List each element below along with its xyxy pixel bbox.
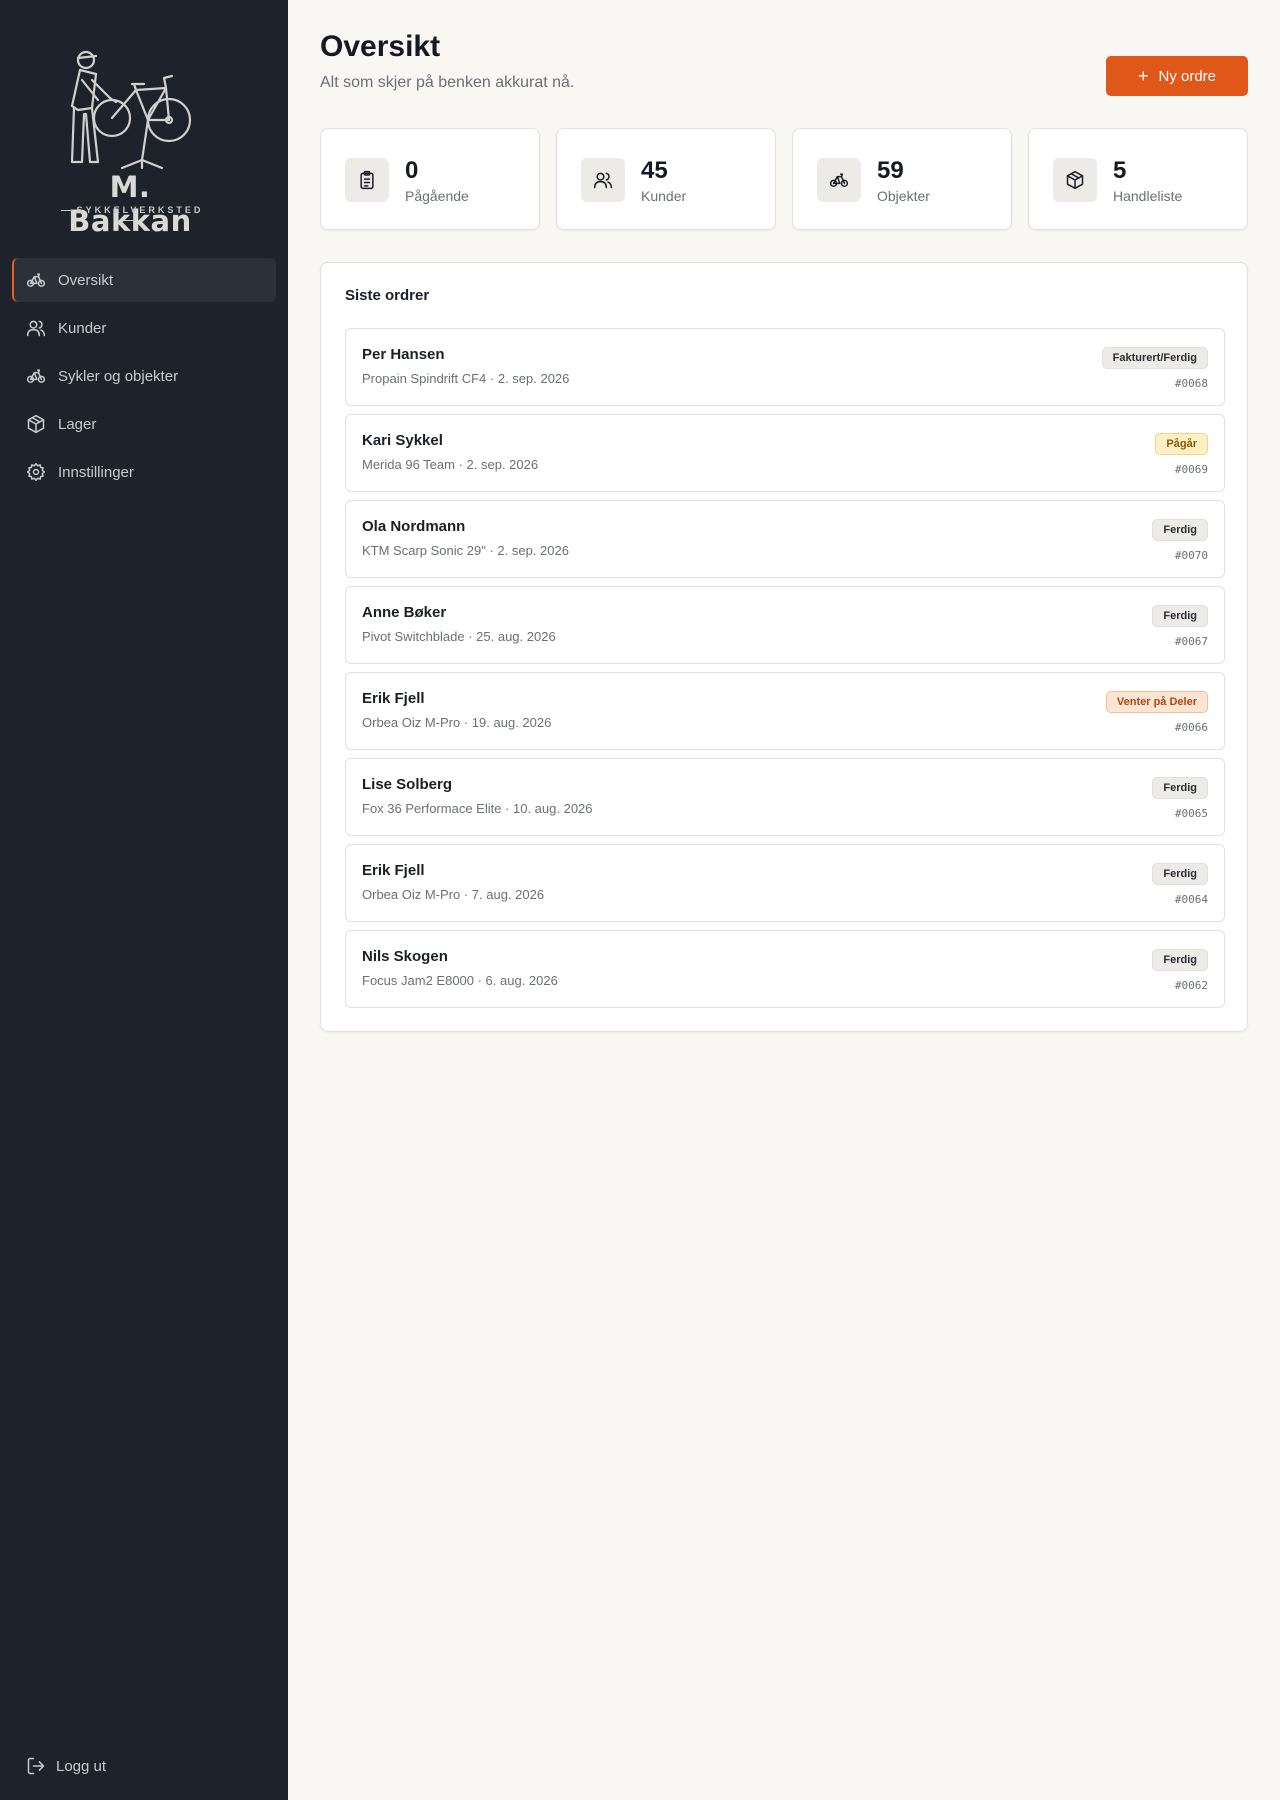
sidebar-item-label: Innstillinger — [58, 463, 134, 481]
bike-icon — [26, 366, 46, 386]
brand-logo: M. Bakkan SYKKELVERKSTED — [52, 50, 208, 238]
order-meta: Focus Jam2 E8000 · 6. aug. 2026 — [362, 973, 558, 988]
stat-label: Objekter — [877, 188, 930, 204]
logout-icon — [26, 1756, 46, 1776]
order-row[interactable]: Kari Sykkel Merida 96 Team · 2. sep. 202… — [345, 414, 1225, 492]
new-order-button[interactable]: + Ny ordre — [1106, 56, 1248, 96]
order-meta: Pivot Switchblade · 25. aug. 2026 — [362, 629, 556, 644]
brand-name: M. Bakkan — [68, 170, 192, 238]
sidebar: M. Bakkan SYKKELVERKSTED Oversikt Kunder… — [0, 0, 288, 1800]
order-number: #0062 — [1174, 979, 1208, 992]
order-row[interactable]: Lise Solberg Fox 36 Performace Elite · 1… — [345, 758, 1225, 836]
stat-card-kunder: 45 Kunder — [556, 128, 776, 230]
page-subtitle: Alt som skjer på benken akkurat nå. — [320, 74, 575, 91]
recent-orders-card: Siste ordrer Per Hansen Propain Spindrif… — [320, 262, 1248, 1032]
order-meta: Orbea Oiz M-Pro · 7. aug. 2026 — [362, 887, 545, 902]
order-row[interactable]: Erik Fjell Orbea Oiz M-Pro · 7. aug. 202… — [345, 844, 1225, 922]
sidebar-nav: Oversikt Kunder Sykler og objekter Lager… — [12, 258, 276, 498]
mechanic-bike-illustration — [70, 50, 192, 170]
box-icon — [26, 414, 46, 434]
status-badge: Fakturert/Ferdig — [1101, 347, 1208, 369]
stat-value: 5 — [1113, 157, 1127, 184]
order-customer: Nils Skogen — [362, 948, 448, 965]
stat-card-objekter: 59 Objekter — [792, 128, 1012, 230]
order-number: #0069 — [1174, 463, 1208, 476]
order-row[interactable]: Per Hansen Propain Spindrift CF4 · 2. se… — [345, 328, 1225, 406]
order-number: #0070 — [1174, 549, 1208, 562]
order-row[interactable]: Erik Fjell Orbea Oiz M-Pro · 19. aug. 20… — [345, 672, 1225, 750]
order-number: #0064 — [1174, 893, 1208, 906]
sidebar-item-sykler-og-objekter[interactable]: Sykler og objekter — [12, 354, 276, 398]
clipboard-icon — [345, 158, 389, 202]
status-badge: Pågår — [1155, 433, 1208, 455]
order-customer: Kari Sykkel — [362, 432, 443, 449]
box-icon — [1053, 158, 1097, 202]
order-meta: Propain Spindrift CF4 · 2. sep. 2026 — [362, 371, 570, 386]
status-badge: Ferdig — [1152, 777, 1208, 799]
logout-label: Logg ut — [56, 1757, 107, 1775]
order-customer: Ola Nordmann — [362, 518, 466, 535]
sidebar-item-oversikt[interactable]: Oversikt — [12, 258, 276, 302]
order-customer: Per Hansen — [362, 346, 445, 363]
order-meta: Merida 96 Team · 2. sep. 2026 — [362, 457, 539, 472]
plus-icon: + — [1137, 66, 1149, 86]
order-customer: Erik Fjell — [362, 862, 425, 879]
order-number: #0066 — [1174, 721, 1208, 734]
order-meta: Fox 36 Performace Elite · 10. aug. 2026 — [362, 801, 593, 816]
brand-subtitle: SYKKELVERKSTED — [52, 205, 208, 225]
sidebar-item-label: Sykler og objekter — [58, 367, 179, 385]
status-badge: Venter på Deler — [1105, 691, 1208, 713]
page-title: Oversikt — [320, 30, 441, 63]
stats-row: 0 Pågående 45 Kunder 59 Objekter 5 Handl… — [320, 128, 1248, 230]
logout-button[interactable]: Logg ut — [26, 1756, 106, 1776]
sidebar-item-lager[interactable]: Lager — [12, 402, 276, 446]
sidebar-item-label: Lager — [58, 415, 97, 433]
gear-icon — [26, 462, 46, 482]
sidebar-item-innstillinger[interactable]: Innstillinger — [12, 450, 276, 494]
order-list: Per Hansen Propain Spindrift CF4 · 2. se… — [345, 328, 1225, 1016]
status-badge: Ferdig — [1152, 949, 1208, 971]
order-number: #0065 — [1174, 807, 1208, 820]
order-number: #0068 — [1174, 377, 1208, 390]
order-row[interactable]: Anne Bøker Pivot Switchblade · 25. aug. … — [345, 586, 1225, 664]
sidebar-item-label: Oversikt — [58, 271, 114, 289]
order-number: #0067 — [1174, 635, 1208, 648]
status-badge: Ferdig — [1152, 605, 1208, 627]
stat-card-handleliste: 5 Handleliste — [1028, 128, 1248, 230]
status-badge: Ferdig — [1152, 863, 1208, 885]
stat-value: 59 — [877, 157, 904, 184]
users-icon — [581, 158, 625, 202]
order-row[interactable]: Nils Skogen Focus Jam2 E8000 · 6. aug. 2… — [345, 930, 1225, 1008]
stat-label: Handleliste — [1113, 188, 1183, 204]
stat-label: Kunder — [641, 188, 687, 204]
users-icon — [26, 318, 46, 338]
order-customer: Anne Bøker — [362, 604, 447, 621]
order-customer: Lise Solberg — [362, 776, 453, 793]
status-badge: Ferdig — [1152, 519, 1208, 541]
order-meta: Orbea Oiz M-Pro · 19. aug. 2026 — [362, 715, 552, 730]
sidebar-item-label: Kunder — [58, 319, 107, 337]
bike-icon — [26, 270, 46, 290]
stat-label: Pågående — [405, 188, 469, 204]
new-order-label: Ny ordre — [1158, 67, 1217, 85]
order-customer: Erik Fjell — [362, 690, 425, 707]
bike-icon — [817, 158, 861, 202]
main-content: Oversikt Alt som skjer på benken akkurat… — [288, 0, 1280, 1800]
stat-value: 0 — [405, 157, 419, 184]
stat-card-pagaende: 0 Pågående — [320, 128, 540, 230]
stat-value: 45 — [641, 157, 668, 184]
recent-orders-title: Siste ordrer — [345, 287, 430, 304]
order-meta: KTM Scarp Sonic 29" · 2. sep. 2026 — [362, 543, 569, 558]
sidebar-item-kunder[interactable]: Kunder — [12, 306, 276, 350]
order-row[interactable]: Ola Nordmann KTM Scarp Sonic 29" · 2. se… — [345, 500, 1225, 578]
